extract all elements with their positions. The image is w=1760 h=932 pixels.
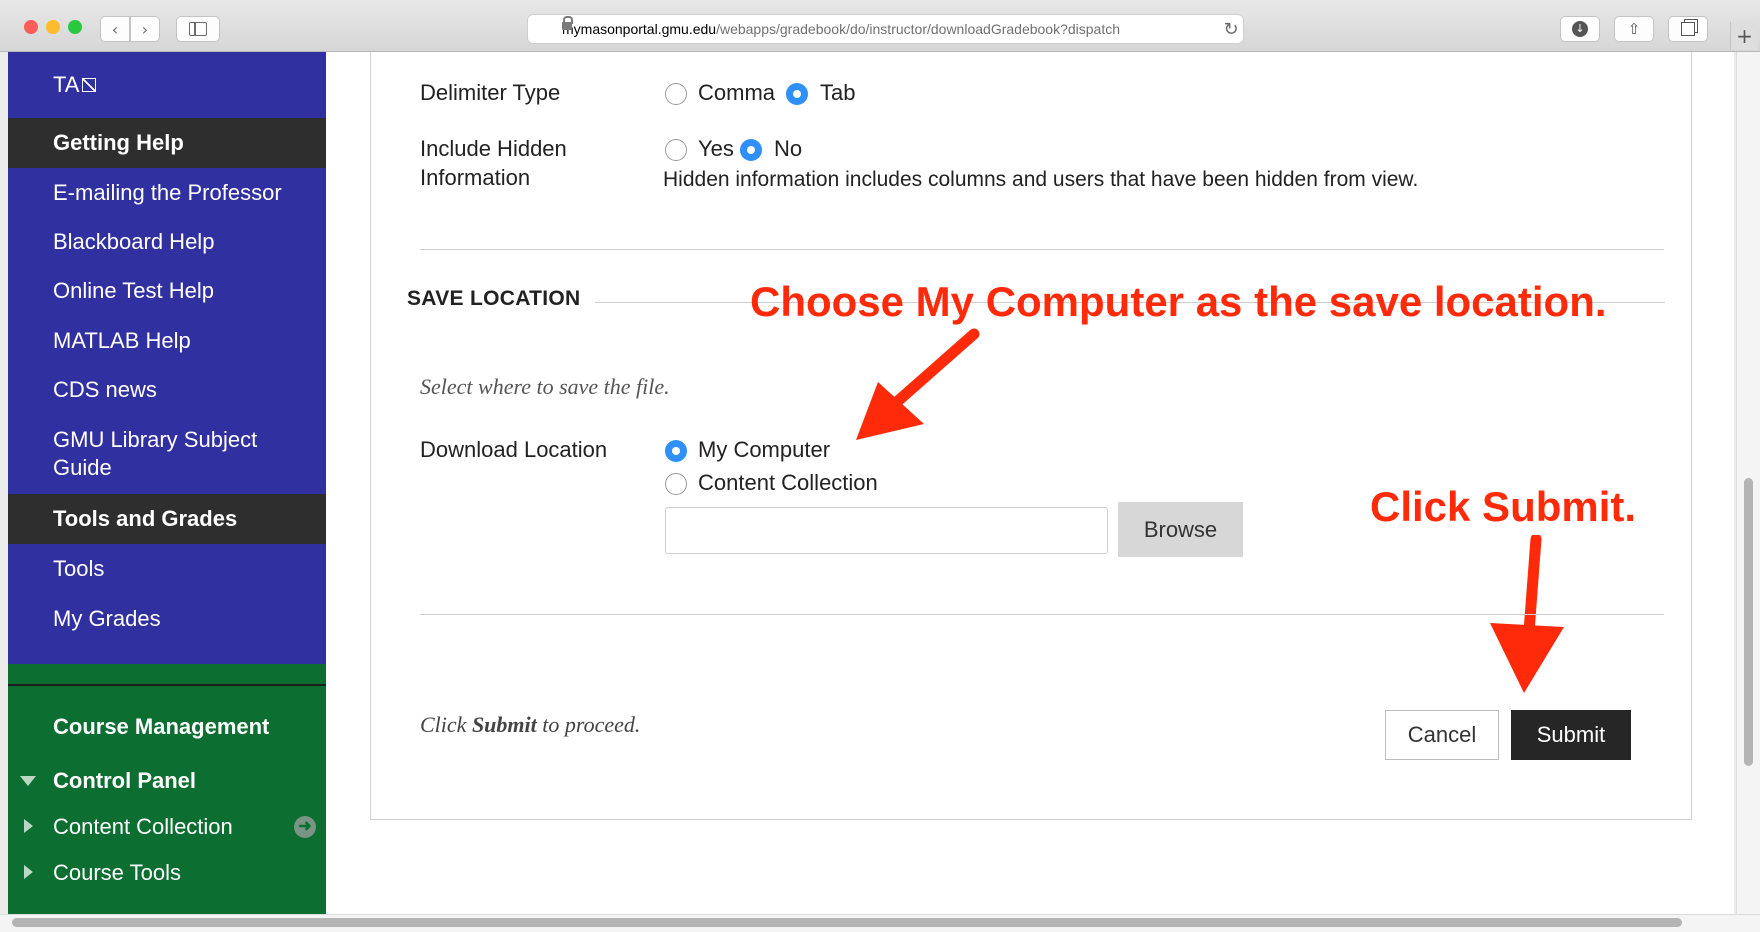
hidden-info-note: Hidden information includes columns and … <box>663 168 1419 191</box>
section-divider <box>420 249 1664 250</box>
proceed-post: to proceed. <box>536 712 641 737</box>
save-instructions: Select where to save the file. <box>420 374 670 399</box>
share-icon: ⇧ <box>1627 20 1641 38</box>
sidebar-item-label: GMU Library Subject <box>53 427 258 452</box>
location-my-computer-radio[interactable] <box>665 440 687 462</box>
back-icon: ‹ <box>111 19 119 39</box>
annotation-arrow-icon <box>1490 535 1564 693</box>
control-panel-label: Control Panel <box>53 768 197 793</box>
control-panel-toggle[interactable]: Control Panel <box>8 758 326 804</box>
sidebar-toggle-button[interactable] <box>176 16 220 42</box>
include-hidden-label: Include Hidden <box>420 136 567 161</box>
course-menu: TA Getting Help E-mailing the Professor … <box>8 52 326 914</box>
arrow-circle-icon[interactable]: ➜ <box>294 816 316 838</box>
sidebar-item-emailing-professor[interactable]: E-mailing the Professor <box>8 168 326 218</box>
delimiter-tab-radio[interactable] <box>786 83 808 105</box>
share-button[interactable]: ⇧ <box>1614 16 1654 42</box>
forward-icon: › <box>141 19 149 39</box>
forward-button[interactable]: › <box>130 16 160 42</box>
sidebar-item-online-test-help[interactable]: Online Test Help <box>8 266 326 316</box>
delimiter-type-label: Delimiter Type <box>420 80 561 105</box>
zoom-window-button[interactable] <box>68 20 82 34</box>
back-button[interactable]: ‹ <box>100 16 130 42</box>
divider <box>8 684 326 686</box>
download-location-label: Download Location <box>420 437 608 462</box>
horizontal-scroll-thumb[interactable] <box>12 918 1682 927</box>
location-content-collection-label[interactable]: Content Collection <box>698 470 878 496</box>
sidebar-item-label: Online Test Help <box>53 278 215 303</box>
submit-button[interactable]: Submit <box>1511 710 1631 760</box>
new-tab-icon: + <box>1736 24 1753 48</box>
lock-icon <box>562 16 573 30</box>
sidebar-item-label: My Grades <box>53 606 161 631</box>
sidebar-item-blackboard-help[interactable]: Blackboard Help <box>8 218 326 266</box>
save-location-heading: SAVE LOCATION <box>407 287 581 310</box>
control-panel-item-course-tools[interactable]: Course Tools <box>8 850 326 896</box>
sidebar-item-label: E-mailing the Professor <box>53 180 282 205</box>
control-panel-item-content-collection[interactable]: Content Collection ➜ <box>8 804 326 850</box>
sidebar-item-label: TA <box>53 72 80 97</box>
proceed-instructions: Click Submit to proceed. <box>420 712 640 738</box>
submit-annotation: Click Submit. <box>1370 483 1637 530</box>
sidebar-item-tools[interactable]: Tools <box>8 544 326 594</box>
sidebar-item-ta[interactable]: TA <box>8 52 326 118</box>
annotation-arrow-icon <box>856 328 980 440</box>
reload-icon: ↻ <box>1223 18 1239 40</box>
vertical-scroll-thumb[interactable] <box>1744 478 1753 766</box>
delimiter-comma-label[interactable]: Comma <box>698 80 775 106</box>
sidebar-item-label: CDS news <box>53 377 157 402</box>
control-panel-item-label: Course Tools <box>53 860 181 885</box>
minimize-window-button[interactable] <box>46 20 60 34</box>
triangle-down-icon <box>20 776 36 786</box>
sidebar-heading-label: Getting Help <box>53 130 184 155</box>
sidebar-item-label: Blackboard Help <box>53 229 215 254</box>
reload-button[interactable]: ↻ <box>1218 16 1244 42</box>
sidebar-item-label-cont: Guide <box>53 455 112 480</box>
hidden-no-radio[interactable] <box>740 139 762 161</box>
section-divider <box>420 614 1664 615</box>
url-host: mymasonportal.gmu.edu <box>562 21 717 37</box>
tabs-icon <box>1681 22 1695 36</box>
sidebar-heading-label: Tools and Grades <box>53 506 238 531</box>
proceed-bold: Submit <box>471 712 537 737</box>
hidden-no-label[interactable]: No <box>774 136 802 162</box>
triangle-right-icon <box>24 865 33 879</box>
control-panel-item-label: Content Collection <box>53 814 233 839</box>
proceed-pre: Click <box>420 712 472 737</box>
new-tab-button[interactable]: + <box>1730 22 1758 50</box>
download-icon: ↓ <box>1572 21 1588 37</box>
triangle-right-icon <box>24 819 33 833</box>
delimiter-comma-radio[interactable] <box>665 83 687 105</box>
content-collection-path-field[interactable] <box>665 507 1108 554</box>
location-my-computer-label[interactable]: My Computer <box>698 437 830 463</box>
course-management-heading: Course Management <box>8 702 326 752</box>
sidebar-item-gmu-library[interactable]: GMU Library Subject Guide <box>8 414 326 494</box>
close-window-button[interactable] <box>24 20 38 34</box>
cancel-button[interactable]: Cancel <box>1385 710 1499 760</box>
show-tabs-button[interactable] <box>1668 16 1708 42</box>
location-content-collection-radio[interactable] <box>665 473 687 495</box>
downloads-button[interactable]: ↓ <box>1560 16 1600 42</box>
sidebar-icon <box>189 22 207 36</box>
sidebar-item-label: MATLAB Help <box>53 328 191 353</box>
sidebar-heading-getting-help[interactable]: Getting Help <box>8 118 326 168</box>
url-path: /webapps/gradebook/do/instructor/downloa… <box>716 21 1121 37</box>
address-bar[interactable]: mymasonportal.gmu.edu/webapps/gradebook/… <box>527 14 1244 44</box>
sidebar-item-label: Tools <box>53 556 105 581</box>
sidebar-item-cds-news[interactable]: CDS news <box>8 366 326 414</box>
save-location-annotation: Choose My Computer as the save location. <box>750 278 1607 325</box>
hidden-yes-label[interactable]: Yes <box>698 136 734 162</box>
external-link-icon <box>82 78 97 92</box>
hidden-yes-radio[interactable] <box>665 139 687 161</box>
browse-button[interactable]: Browse <box>1118 502 1243 557</box>
sidebar-heading-tools-and-grades[interactable]: Tools and Grades <box>8 494 326 544</box>
include-hidden-label-cont: Information <box>420 165 531 190</box>
course-management-label: Course Management <box>53 714 270 739</box>
delimiter-tab-label[interactable]: Tab <box>820 80 855 106</box>
sidebar-item-my-grades[interactable]: My Grades <box>8 594 326 644</box>
sidebar-item-matlab-help[interactable]: MATLAB Help <box>8 316 326 366</box>
